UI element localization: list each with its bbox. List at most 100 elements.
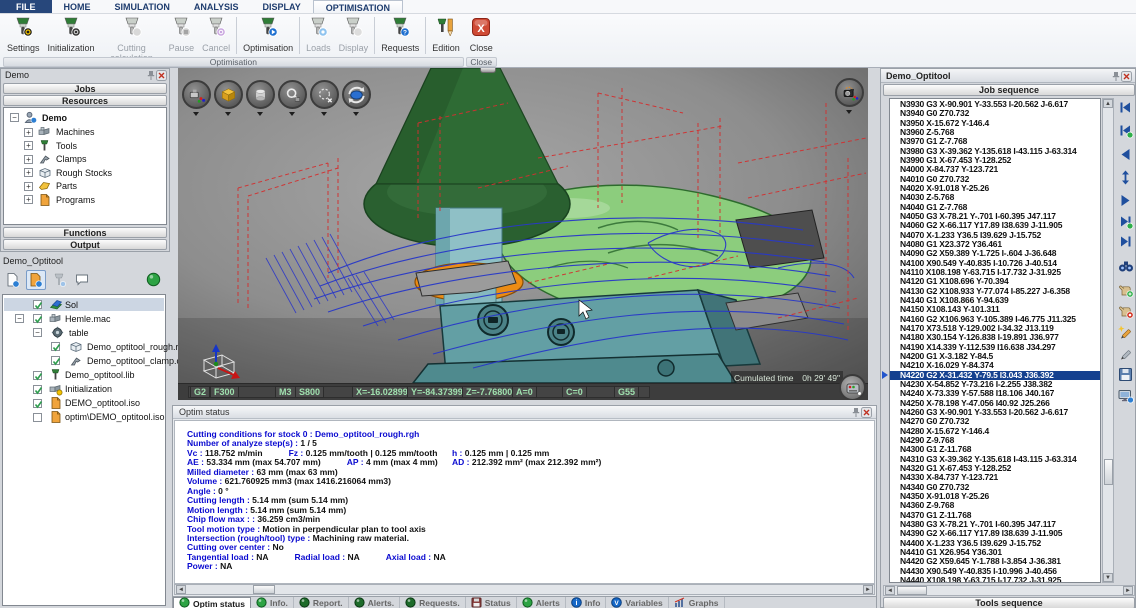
expander-icon[interactable]: + xyxy=(24,195,33,204)
gcode-line[interactable]: N4440 X108.198 Y-63.715 I-17.732 J-31.92… xyxy=(890,576,1100,583)
checkbox[interactable] xyxy=(51,356,60,365)
machining-3d-scene[interactable] xyxy=(178,68,868,383)
chevron-down-icon[interactable] xyxy=(257,112,263,116)
pin-icon[interactable] xyxy=(145,70,156,81)
output-tab-optim-status[interactable]: Optim status xyxy=(173,597,251,608)
output-tab-alerts[interactable]: Alerts xyxy=(517,597,566,608)
section-bar-jobs[interactable]: Jobs xyxy=(3,83,167,94)
pencil-button[interactable] xyxy=(1117,345,1134,362)
ribbon-tab-display[interactable]: DISPLAY xyxy=(251,0,313,13)
hand-stop-button[interactable] xyxy=(1117,302,1134,319)
machine-state-button[interactable] xyxy=(839,374,866,400)
tree-root-demo[interactable]: −Demo xyxy=(4,111,166,124)
expander-icon[interactable]: + xyxy=(24,168,33,177)
optitool-item-demo-optitool-lib[interactable]: Demo_optitool.lib xyxy=(3,369,165,382)
ribbon-tab-simulation[interactable]: SIMULATION xyxy=(103,0,182,13)
nav-play-button[interactable] xyxy=(1117,192,1134,209)
output-tab-requests-[interactable]: Requests. xyxy=(400,597,466,608)
horizontal-scrollbar[interactable]: ◄ ► xyxy=(883,585,1135,596)
initialization-button[interactable]: Initialization xyxy=(44,15,99,55)
nav-first-badge-button[interactable] xyxy=(1117,122,1134,139)
nav-last-button[interactable] xyxy=(1117,233,1134,250)
output-tab-graphs[interactable]: Graphs xyxy=(669,597,725,608)
chevron-down-icon[interactable] xyxy=(846,110,852,114)
view-machine-button[interactable] xyxy=(182,80,211,109)
optitool-item-demo-optitool-clamp-clp[interactable]: Demo_optitool_clamp.clp xyxy=(3,354,165,367)
optitool-item-optim-demo-optitool-iso[interactable]: optim\DEMO_optitool.iso xyxy=(3,411,165,424)
gcode-list[interactable]: N3930 G3 X-90.901 Y-33.553 I-20.562 J-6.… xyxy=(889,98,1101,583)
nav-updown-button[interactable] xyxy=(1117,169,1134,186)
output-tab-alerts-[interactable]: Alerts. xyxy=(349,597,400,608)
save-button[interactable] xyxy=(1117,366,1134,383)
section-bar-resources[interactable]: Resources xyxy=(3,95,167,106)
expander-icon[interactable]: − xyxy=(15,314,24,323)
view-zoom-button[interactable] xyxy=(278,80,307,109)
find-button[interactable] xyxy=(1117,257,1134,274)
tools-sequence-bar[interactable]: Tools sequence xyxy=(883,597,1135,608)
monitor-button[interactable] xyxy=(1117,387,1134,404)
output-tab-report-[interactable]: Report. xyxy=(294,597,349,608)
pencil-spark-button[interactable] xyxy=(1117,324,1134,341)
3d-viewport[interactable]: Cumulated time 0h 29' 49" G2F300M3S800X=… xyxy=(178,68,868,400)
optitool-item-hemle-mac[interactable]: −Hemle.mac xyxy=(3,312,165,325)
expander-icon[interactable]: − xyxy=(10,113,19,122)
tree-item-rough-stocks[interactable]: +Rough Stocks xyxy=(4,166,166,179)
nav-first-button[interactable] xyxy=(1117,99,1134,116)
bubble-button[interactable] xyxy=(72,270,92,290)
pin-icon[interactable] xyxy=(850,407,861,418)
horizontal-scrollbar[interactable]: ◄ ► xyxy=(174,584,875,595)
expander-icon[interactable]: + xyxy=(24,155,33,164)
splitter-grip[interactable] xyxy=(480,68,496,73)
requests-button[interactable]: ?Requests xyxy=(377,15,423,55)
tree-item-clamps[interactable]: +Clamps xyxy=(4,153,166,166)
expander-icon[interactable]: + xyxy=(24,141,33,150)
tree-item-machines[interactable]: +Machines xyxy=(4,126,166,139)
vertical-scrollbar[interactable]: ▲ ▼ xyxy=(1102,98,1114,583)
expander-icon[interactable]: + xyxy=(24,128,33,137)
close-icon[interactable] xyxy=(156,70,167,81)
doc-orange-button[interactable] xyxy=(26,270,46,290)
section-bar-functions[interactable]: Functions xyxy=(3,227,167,238)
pin-icon[interactable] xyxy=(1110,71,1121,82)
chevron-down-icon[interactable] xyxy=(193,112,199,116)
checkbox[interactable] xyxy=(33,300,42,309)
nav-prev-button[interactable] xyxy=(1117,146,1134,163)
optimisation-button[interactable]: Optimisation xyxy=(239,15,297,55)
checkbox[interactable] xyxy=(33,413,42,422)
optitool-item-demo-optitool-rough-rgh[interactable]: Demo_optitool_rough.rgh xyxy=(3,340,165,353)
job-sequence-bar[interactable]: Job sequence xyxy=(883,84,1135,96)
view-cylinder-button[interactable] xyxy=(246,80,275,109)
ribbon-tab-home[interactable]: HOME xyxy=(52,0,103,13)
tree-item-parts[interactable]: +Parts xyxy=(4,180,166,193)
optitool-item-table[interactable]: −table xyxy=(3,326,165,339)
optitool-item-initialization[interactable]: Initialization xyxy=(3,383,165,396)
ribbon-tab-file[interactable]: FILE xyxy=(0,0,52,13)
expander-icon[interactable]: − xyxy=(33,328,42,337)
view-camera-button[interactable] xyxy=(835,78,864,107)
output-tab-info[interactable]: iInfo xyxy=(566,597,607,608)
hand-add-button[interactable] xyxy=(1117,281,1134,298)
close-icon[interactable] xyxy=(861,407,872,418)
checkbox[interactable] xyxy=(51,342,60,351)
output-tab-info-[interactable]: Info. xyxy=(251,597,294,608)
optitool-item-sol[interactable]: Sol xyxy=(3,298,165,311)
optitool-item-demo-optitool-iso[interactable]: DEMO_optitool.iso xyxy=(3,397,165,410)
chevron-down-icon[interactable] xyxy=(321,112,327,116)
doc-check-button[interactable] xyxy=(3,270,23,290)
chevron-down-icon[interactable] xyxy=(289,112,295,116)
expander-icon[interactable]: + xyxy=(24,182,33,191)
section-bar-output[interactable]: Output xyxy=(3,239,167,250)
tree-item-programs[interactable]: +Programs xyxy=(4,193,166,206)
chevron-down-icon[interactable] xyxy=(353,112,359,116)
checkbox[interactable] xyxy=(33,371,42,380)
view-select-button[interactable] xyxy=(310,80,339,109)
view-refresh-button[interactable] xyxy=(342,80,371,109)
checkbox[interactable] xyxy=(33,385,42,394)
edition-button[interactable]: Edition xyxy=(428,15,464,55)
settings-button[interactable]: Settings xyxy=(3,15,44,55)
output-tab-variables[interactable]: VVariables xyxy=(606,597,668,608)
tree-item-tools[interactable]: +Tools xyxy=(4,139,166,152)
ribbon-tab-optimisation[interactable]: OPTIMISATION xyxy=(313,0,403,13)
close-icon[interactable] xyxy=(1121,71,1132,82)
view-cube-button[interactable] xyxy=(214,80,243,109)
